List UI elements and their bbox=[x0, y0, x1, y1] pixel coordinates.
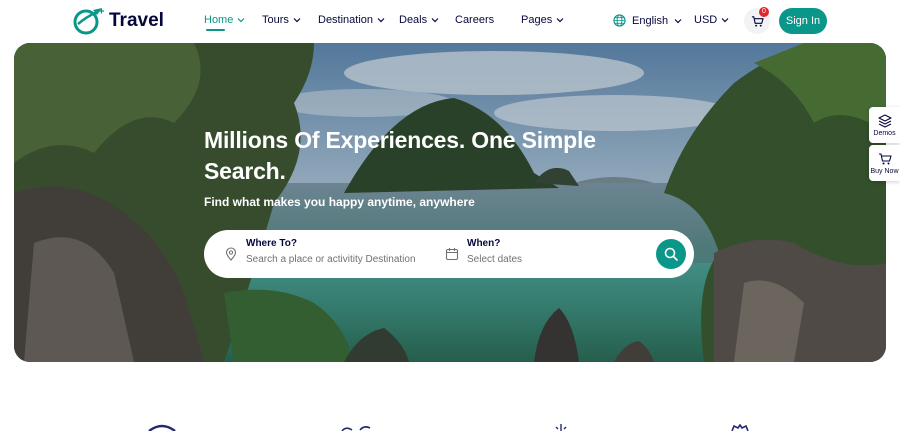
layers-icon bbox=[877, 113, 892, 128]
calendar-icon bbox=[445, 248, 459, 261]
nav-pages-label: Pages bbox=[521, 14, 553, 26]
nav-careers[interactable]: Careers bbox=[455, 14, 494, 26]
where-placeholder: Search a place or activitity Destination bbox=[246, 254, 416, 265]
language-selector[interactable]: English bbox=[613, 14, 682, 27]
chevron-down-icon bbox=[721, 18, 729, 23]
buy-now-label: Buy Now bbox=[870, 167, 899, 175]
chevron-down-icon bbox=[431, 18, 439, 23]
globe-icon bbox=[613, 14, 626, 27]
top-header: Travel Home Tours Destination Deals Care… bbox=[0, 0, 900, 42]
chevron-down-icon bbox=[556, 18, 564, 23]
demos-label: Demos bbox=[873, 129, 896, 137]
chevron-down-icon bbox=[674, 18, 682, 23]
nav-deals[interactable]: Deals bbox=[399, 14, 439, 26]
where-label: Where To? bbox=[246, 238, 297, 249]
nav-tours-label: Tours bbox=[262, 14, 289, 26]
nav-destination[interactable]: Destination bbox=[318, 14, 385, 26]
feature-icon bbox=[341, 426, 371, 431]
hero-title: Millions Of Experiences. One Simple Sear… bbox=[204, 127, 596, 184]
chevron-down-icon bbox=[237, 18, 245, 23]
search-button[interactable] bbox=[656, 239, 686, 269]
hero-banner: Millions Of Experiences. One Simple Sear… bbox=[14, 43, 886, 362]
demos-widget[interactable]: Demos bbox=[869, 107, 900, 143]
globe-plane-icon bbox=[73, 8, 104, 35]
location-pin-icon bbox=[225, 247, 237, 261]
nav-home[interactable]: Home bbox=[204, 14, 245, 31]
cart-count-badge: 0 bbox=[759, 7, 769, 17]
nav-destination-label: Destination bbox=[318, 14, 374, 26]
feature-icon bbox=[731, 424, 749, 431]
when-field[interactable]: When? Select dates bbox=[445, 238, 522, 265]
nav-pages[interactable]: Pages bbox=[521, 14, 564, 26]
feature-icon bbox=[148, 424, 176, 431]
language-label: English bbox=[632, 14, 669, 27]
chevron-down-icon bbox=[293, 18, 301, 23]
brand-name: Travel bbox=[109, 10, 164, 31]
nav-home-label: Home bbox=[204, 14, 234, 26]
hero-subtitle: Find what makes you happy anytime, anywh… bbox=[204, 195, 475, 209]
search-bar: Where To? Search a place or activitity D… bbox=[204, 230, 694, 278]
currency-label: USD bbox=[694, 14, 718, 26]
brand-logo[interactable]: Travel bbox=[73, 7, 164, 35]
cart-icon bbox=[878, 152, 892, 164]
when-label: When? bbox=[467, 238, 501, 249]
when-placeholder: Select dates bbox=[467, 254, 523, 265]
where-field[interactable]: Where To? Search a place or activitity D… bbox=[224, 238, 416, 265]
nav-deals-label: Deals bbox=[399, 14, 428, 26]
nav-careers-label: Careers bbox=[455, 14, 495, 26]
sign-in-button[interactable]: Sign In bbox=[779, 8, 827, 34]
chevron-down-icon bbox=[377, 18, 385, 23]
search-icon bbox=[664, 247, 678, 261]
cart-button[interactable]: 0 bbox=[744, 7, 770, 34]
currency-selector[interactable]: USD bbox=[694, 14, 729, 26]
nav-tours[interactable]: Tours bbox=[262, 14, 301, 26]
buy-now-widget[interactable]: Buy Now bbox=[869, 145, 900, 181]
feature-icon bbox=[555, 424, 567, 431]
